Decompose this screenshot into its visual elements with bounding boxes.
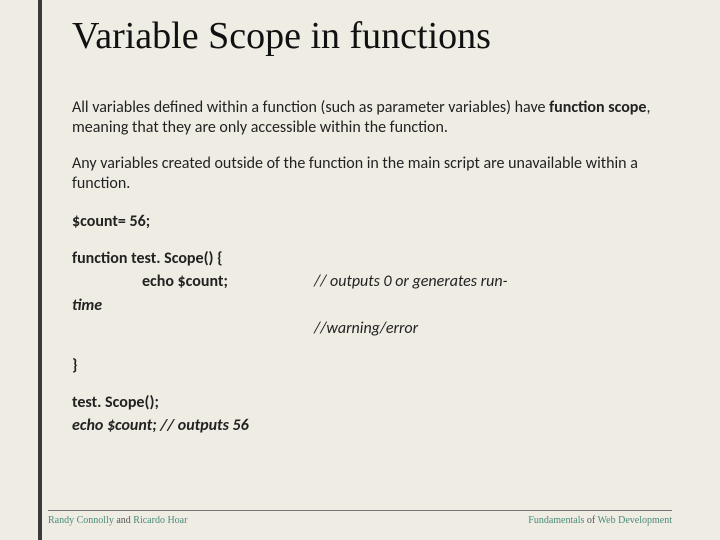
- para1-bold: function scope: [549, 98, 646, 117]
- slide-content: Variable Scope in functions All variable…: [72, 14, 672, 438]
- code-line-6: test. Scope();: [72, 391, 672, 414]
- footer-rule: [48, 510, 672, 511]
- code-line-2: function test. Scope() {: [72, 247, 672, 270]
- code-comment-2-row: //warning/error: [72, 317, 672, 340]
- footer-right: Fundamentals of Web Development: [528, 515, 672, 526]
- footer-left: Randy Connolly and Ricardo Hoar: [48, 515, 187, 526]
- code-line-1: $count= 56;: [72, 210, 672, 233]
- paragraph-1: All variables defined within a function …: [72, 98, 672, 138]
- author-1: Randy Connolly: [48, 515, 114, 526]
- para1-pre: All variables defined within a function …: [72, 98, 549, 117]
- book-word-2: Web Development: [598, 515, 672, 526]
- code-line-7: echo $count; // outputs 56: [72, 414, 672, 437]
- code-line-3: echo $count;: [72, 272, 228, 291]
- code-line-5: }: [72, 354, 672, 377]
- book-word-1: Fundamentals: [528, 515, 584, 526]
- left-border-rule: [38, 0, 42, 540]
- code-block: $count= 56; function test. Scope() { ech…: [72, 210, 672, 438]
- footer-left-mid: and: [114, 515, 133, 526]
- code-line-3-row: echo $count; // outputs 0 or generates r…: [72, 270, 672, 293]
- slide-title: Variable Scope in functions: [72, 14, 672, 58]
- slide-footer: Randy Connolly and Ricardo Hoar Fundamen…: [48, 510, 672, 526]
- code-line-4: time: [72, 296, 102, 315]
- code-line-4-row: time: [72, 294, 672, 317]
- paragraph-2: Any variables created outside of the fun…: [72, 154, 672, 194]
- code-comment-2: //warning/error: [314, 317, 418, 340]
- footer-right-mid: of: [584, 515, 597, 526]
- footer-line: Randy Connolly and Ricardo Hoar Fundamen…: [48, 515, 672, 526]
- code-comment-1: // outputs 0 or generates run-: [314, 270, 507, 293]
- author-2: Ricardo Hoar: [133, 515, 187, 526]
